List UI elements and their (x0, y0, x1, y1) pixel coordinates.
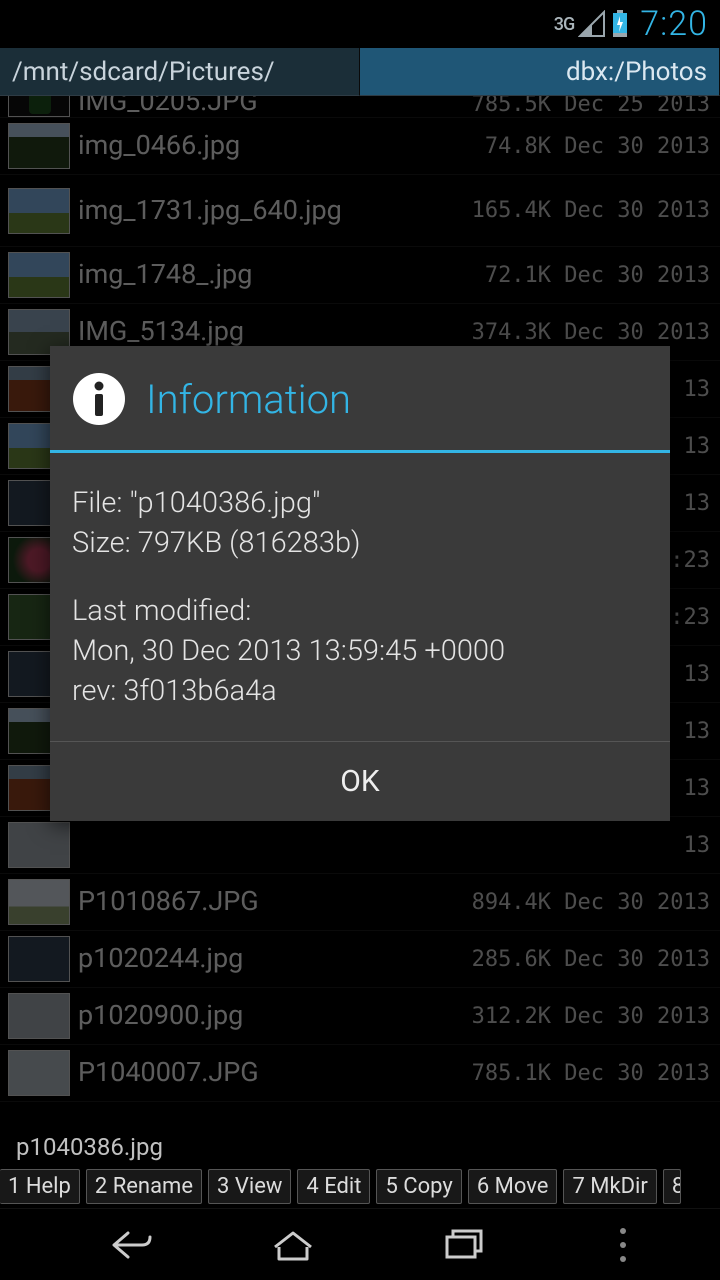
toolbar-button-edit[interactable]: 4 Edit (297, 1169, 370, 1204)
recents-icon[interactable] (431, 1225, 491, 1265)
selected-filename: p1040386.jpg (0, 1130, 720, 1164)
dialog-title: Information (146, 376, 351, 423)
toolbar-button-copy[interactable]: 5 Copy (376, 1169, 461, 1204)
clock: 7:20 (640, 4, 708, 44)
battery-icon (612, 10, 628, 38)
info-modified-value: Mon, 30 Dec 2013 13:59:45 +0000 (72, 631, 648, 671)
tab-remote[interactable]: dbx:/Photos (360, 48, 720, 96)
dialog-body: File: "p1040386.jpg" Size: 797KB (816283… (50, 453, 670, 741)
tab-local[interactable]: /mnt/sdcard/Pictures/ (0, 48, 360, 96)
toolbar-button-8[interactable]: 8 (663, 1169, 681, 1204)
navbar (0, 1208, 720, 1280)
toolbar-button-rename[interactable]: 2 Rename (86, 1169, 202, 1204)
ok-button[interactable]: OK (50, 741, 670, 821)
path-tabs: /mnt/sdcard/Pictures/ dbx:/Photos (0, 48, 720, 96)
toolbar-button-view[interactable]: 3 View (208, 1169, 291, 1204)
info-file-line: File: "p1040386.jpg" (72, 483, 648, 523)
info-size-line: Size: 797KB (816283b) (72, 523, 648, 563)
status-bar: 3G 7:20 (0, 0, 720, 48)
dialog-header: Information (50, 346, 670, 450)
network-label: 3G (554, 14, 575, 35)
info-modified-label: Last modified: (72, 591, 648, 631)
toolbar-button-help[interactable]: 1 Help (0, 1169, 80, 1204)
home-icon[interactable] (263, 1225, 323, 1265)
toolbar-button-move[interactable]: 6 Move (468, 1169, 558, 1204)
toolbar: 1 Help2 Rename3 View4 Edit5 Copy6 Move7 … (0, 1164, 720, 1208)
back-icon[interactable] (94, 1225, 154, 1265)
info-rev-line: rev: 3f013b6a4a (72, 671, 648, 711)
signal-icon (578, 10, 606, 38)
overflow-menu-icon[interactable] (620, 1228, 626, 1262)
info-dialog: Information File: "p1040386.jpg" Size: 7… (50, 346, 670, 821)
toolbar-button-mkdir[interactable]: 7 MkDir (563, 1169, 656, 1204)
info-icon (72, 372, 126, 426)
